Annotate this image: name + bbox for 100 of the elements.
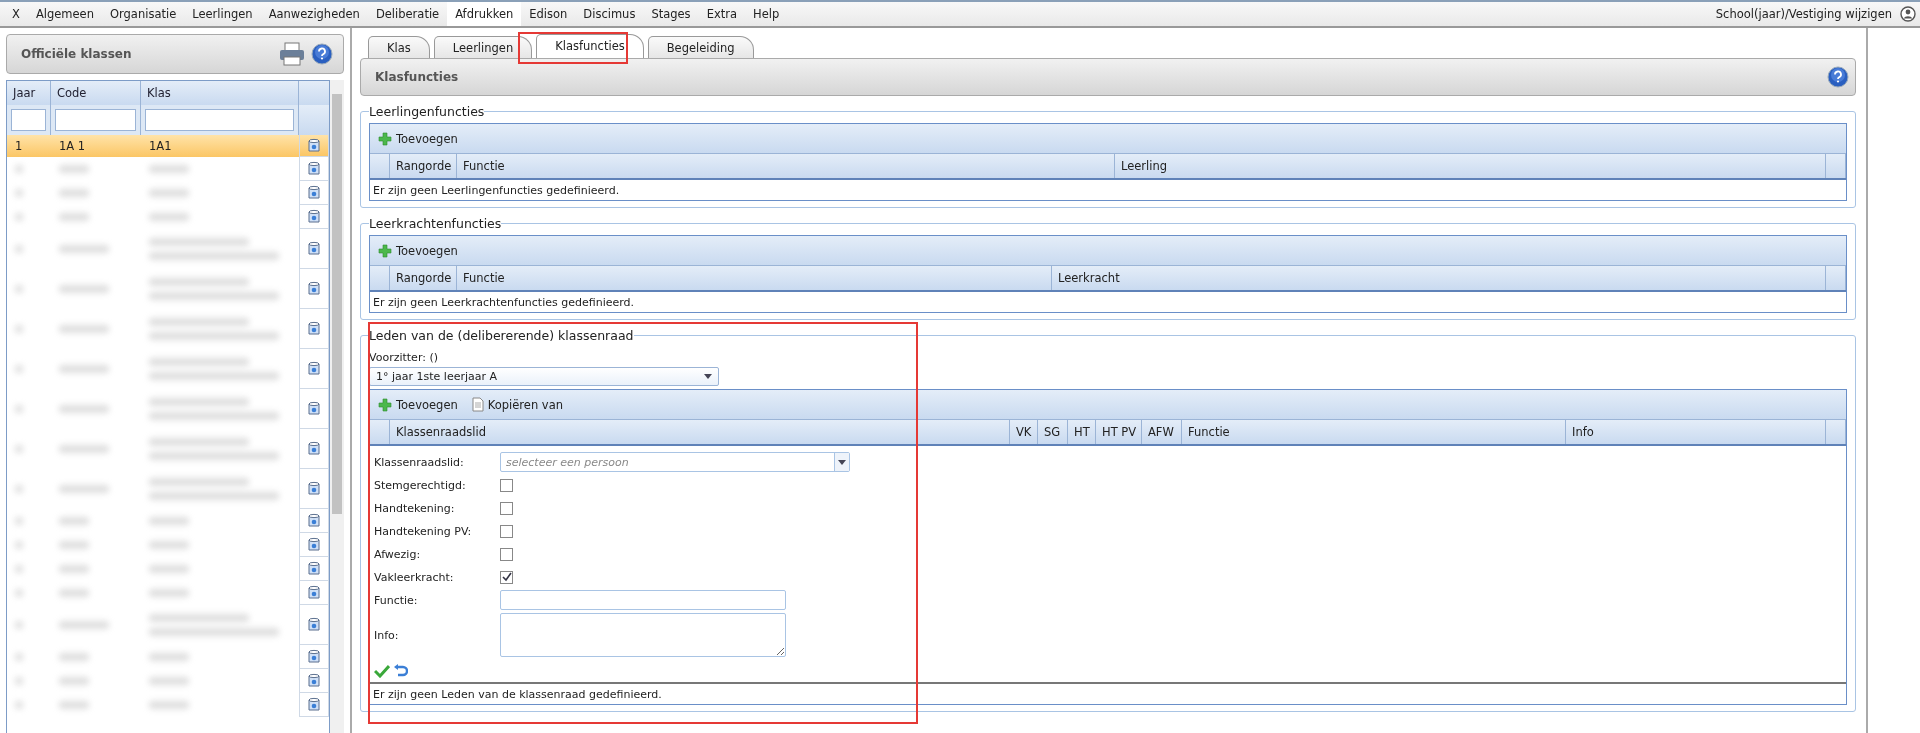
user-icon[interactable] — [1900, 6, 1916, 22]
table-cell: 1A 1 — [51, 135, 141, 157]
column-header: Rangorde — [390, 266, 457, 290]
filter-field[interactable] — [145, 109, 294, 131]
help-icon[interactable] — [311, 43, 333, 65]
cylinder-icon[interactable] — [306, 160, 322, 177]
column-header: Leerkracht — [1052, 266, 1826, 290]
field-label: Handtekening PV: — [374, 524, 473, 538]
column-header: Leerling — [1115, 154, 1826, 178]
column-header: Functie — [457, 266, 1052, 290]
cylinder-icon[interactable] — [306, 184, 322, 201]
field-label: Afwezig: — [374, 547, 422, 561]
caret-icon — [838, 459, 846, 465]
cylinder-icon[interactable] — [306, 208, 322, 225]
menu-item[interactable]: Extra — [698, 2, 745, 26]
cylinder-icon[interactable] — [306, 512, 322, 529]
cylinder-icon[interactable] — [306, 616, 322, 633]
menu-item[interactable]: Aanwezigheden — [260, 2, 368, 26]
cylinder-icon[interactable] — [306, 320, 322, 337]
text-area[interactable] — [500, 613, 786, 657]
table-cell: 1A1 — [141, 135, 299, 157]
checkbox[interactable] — [500, 501, 513, 515]
tab[interactable]: Leerlingen — [433, 36, 533, 58]
scrollbar[interactable] — [330, 80, 344, 733]
cylinder-icon[interactable] — [306, 360, 322, 377]
cylinder-icon[interactable] — [306, 696, 322, 713]
toolbar-button[interactable]: Kopiëren van — [469, 395, 565, 414]
tab[interactable]: Begeleiding — [647, 36, 754, 58]
cylinder-icon[interactable] — [306, 536, 322, 553]
column-header: AFW — [1142, 420, 1182, 444]
column-header: HT PV — [1096, 420, 1142, 444]
section-title: Leden van de (delibererende) klassenraad — [369, 328, 634, 343]
column-header: Info — [1566, 420, 1826, 444]
panel-title: Officiële klassen — [21, 47, 133, 61]
field-label: Voorzitter: () — [369, 351, 439, 364]
plus-icon — [378, 397, 392, 412]
cylinder-icon[interactable] — [306, 400, 322, 417]
checkbox[interactable] — [500, 547, 513, 561]
field-label: Functie: — [374, 593, 419, 607]
chair-select[interactable]: 1° jaar 1ste leerjaar A — [369, 367, 719, 386]
tab[interactable]: Klasfuncties — [536, 34, 644, 58]
menu-item[interactable]: Deliberatie — [367, 2, 448, 26]
cylinder-icon[interactable] — [306, 240, 322, 257]
toolbar-button[interactable]: Toevoegen — [376, 241, 460, 260]
field-label: Stemgerechtigd: — [374, 478, 467, 492]
column-header: SG — [1038, 420, 1068, 444]
checkbox[interactable] — [500, 570, 513, 584]
column-header: Rangorde — [390, 154, 457, 178]
plus-icon — [378, 131, 392, 146]
panel-title: Klasfuncties — [375, 70, 460, 84]
column-header: HT — [1068, 420, 1096, 444]
menu-item[interactable]: Afdrukken — [447, 2, 522, 26]
column-header: Jaar — [7, 81, 51, 105]
caret-icon — [704, 374, 712, 379]
filter-field[interactable] — [11, 109, 46, 131]
field-label: Info: — [374, 628, 400, 642]
column-header: Klassenraadslid — [390, 420, 1010, 444]
printer-icon[interactable] — [279, 42, 305, 66]
undo-icon[interactable] — [393, 664, 408, 678]
menu-item[interactable]: Leerlingen — [184, 2, 261, 26]
filter-field[interactable] — [55, 109, 136, 131]
table-cell: 1 — [7, 135, 51, 157]
cylinder-icon[interactable] — [306, 648, 322, 665]
tab[interactable]: Klas — [368, 36, 430, 58]
checkbox[interactable] — [500, 524, 513, 538]
column-header: VK — [1010, 420, 1038, 444]
menu-item[interactable]: Stages — [643, 2, 699, 26]
person-select[interactable]: selecteer een persoon — [500, 452, 850, 472]
check-icon[interactable] — [374, 664, 390, 678]
cylinder-icon[interactable] — [306, 584, 322, 601]
cylinder-icon[interactable] — [306, 480, 322, 497]
field-label: Handtekening: — [374, 501, 456, 515]
menu-item[interactable]: X — [4, 2, 28, 26]
menu-item[interactable]: Algemeen — [27, 2, 102, 26]
section-title: Leerkrachtenfuncties — [369, 216, 502, 231]
column-header: Functie — [1182, 420, 1566, 444]
checkmark-icon — [501, 572, 512, 582]
menu-item[interactable]: Edison — [521, 2, 576, 26]
cylinder-icon[interactable] — [306, 137, 322, 154]
menu-item[interactable]: Discimus — [575, 2, 644, 26]
cylinder-icon[interactable] — [306, 280, 322, 297]
account-link[interactable]: School(jaar)/Vestiging wijzigen — [1715, 7, 1892, 21]
field-label: Klassenraadslid: — [374, 455, 465, 469]
toolbar-button[interactable]: Toevoegen — [376, 129, 460, 148]
plus-icon — [378, 243, 392, 258]
document-icon — [471, 397, 484, 412]
checkbox[interactable] — [500, 478, 513, 492]
column-header: Klas — [141, 81, 299, 105]
section-title: Leerlingenfuncties — [369, 104, 485, 119]
cylinder-icon[interactable] — [306, 672, 322, 689]
column-header: Functie — [457, 154, 1115, 178]
column-header: Code — [51, 81, 141, 105]
cylinder-icon[interactable] — [306, 440, 322, 457]
input-field[interactable] — [500, 590, 786, 610]
cylinder-icon[interactable] — [306, 560, 322, 577]
toolbar-button[interactable]: Toevoegen — [376, 395, 460, 414]
menu-item[interactable]: Organisatie — [102, 2, 185, 26]
help-icon[interactable] — [1827, 66, 1849, 88]
field-label: Vakleerkracht: — [374, 570, 455, 584]
menu-item[interactable]: Help — [745, 2, 788, 26]
